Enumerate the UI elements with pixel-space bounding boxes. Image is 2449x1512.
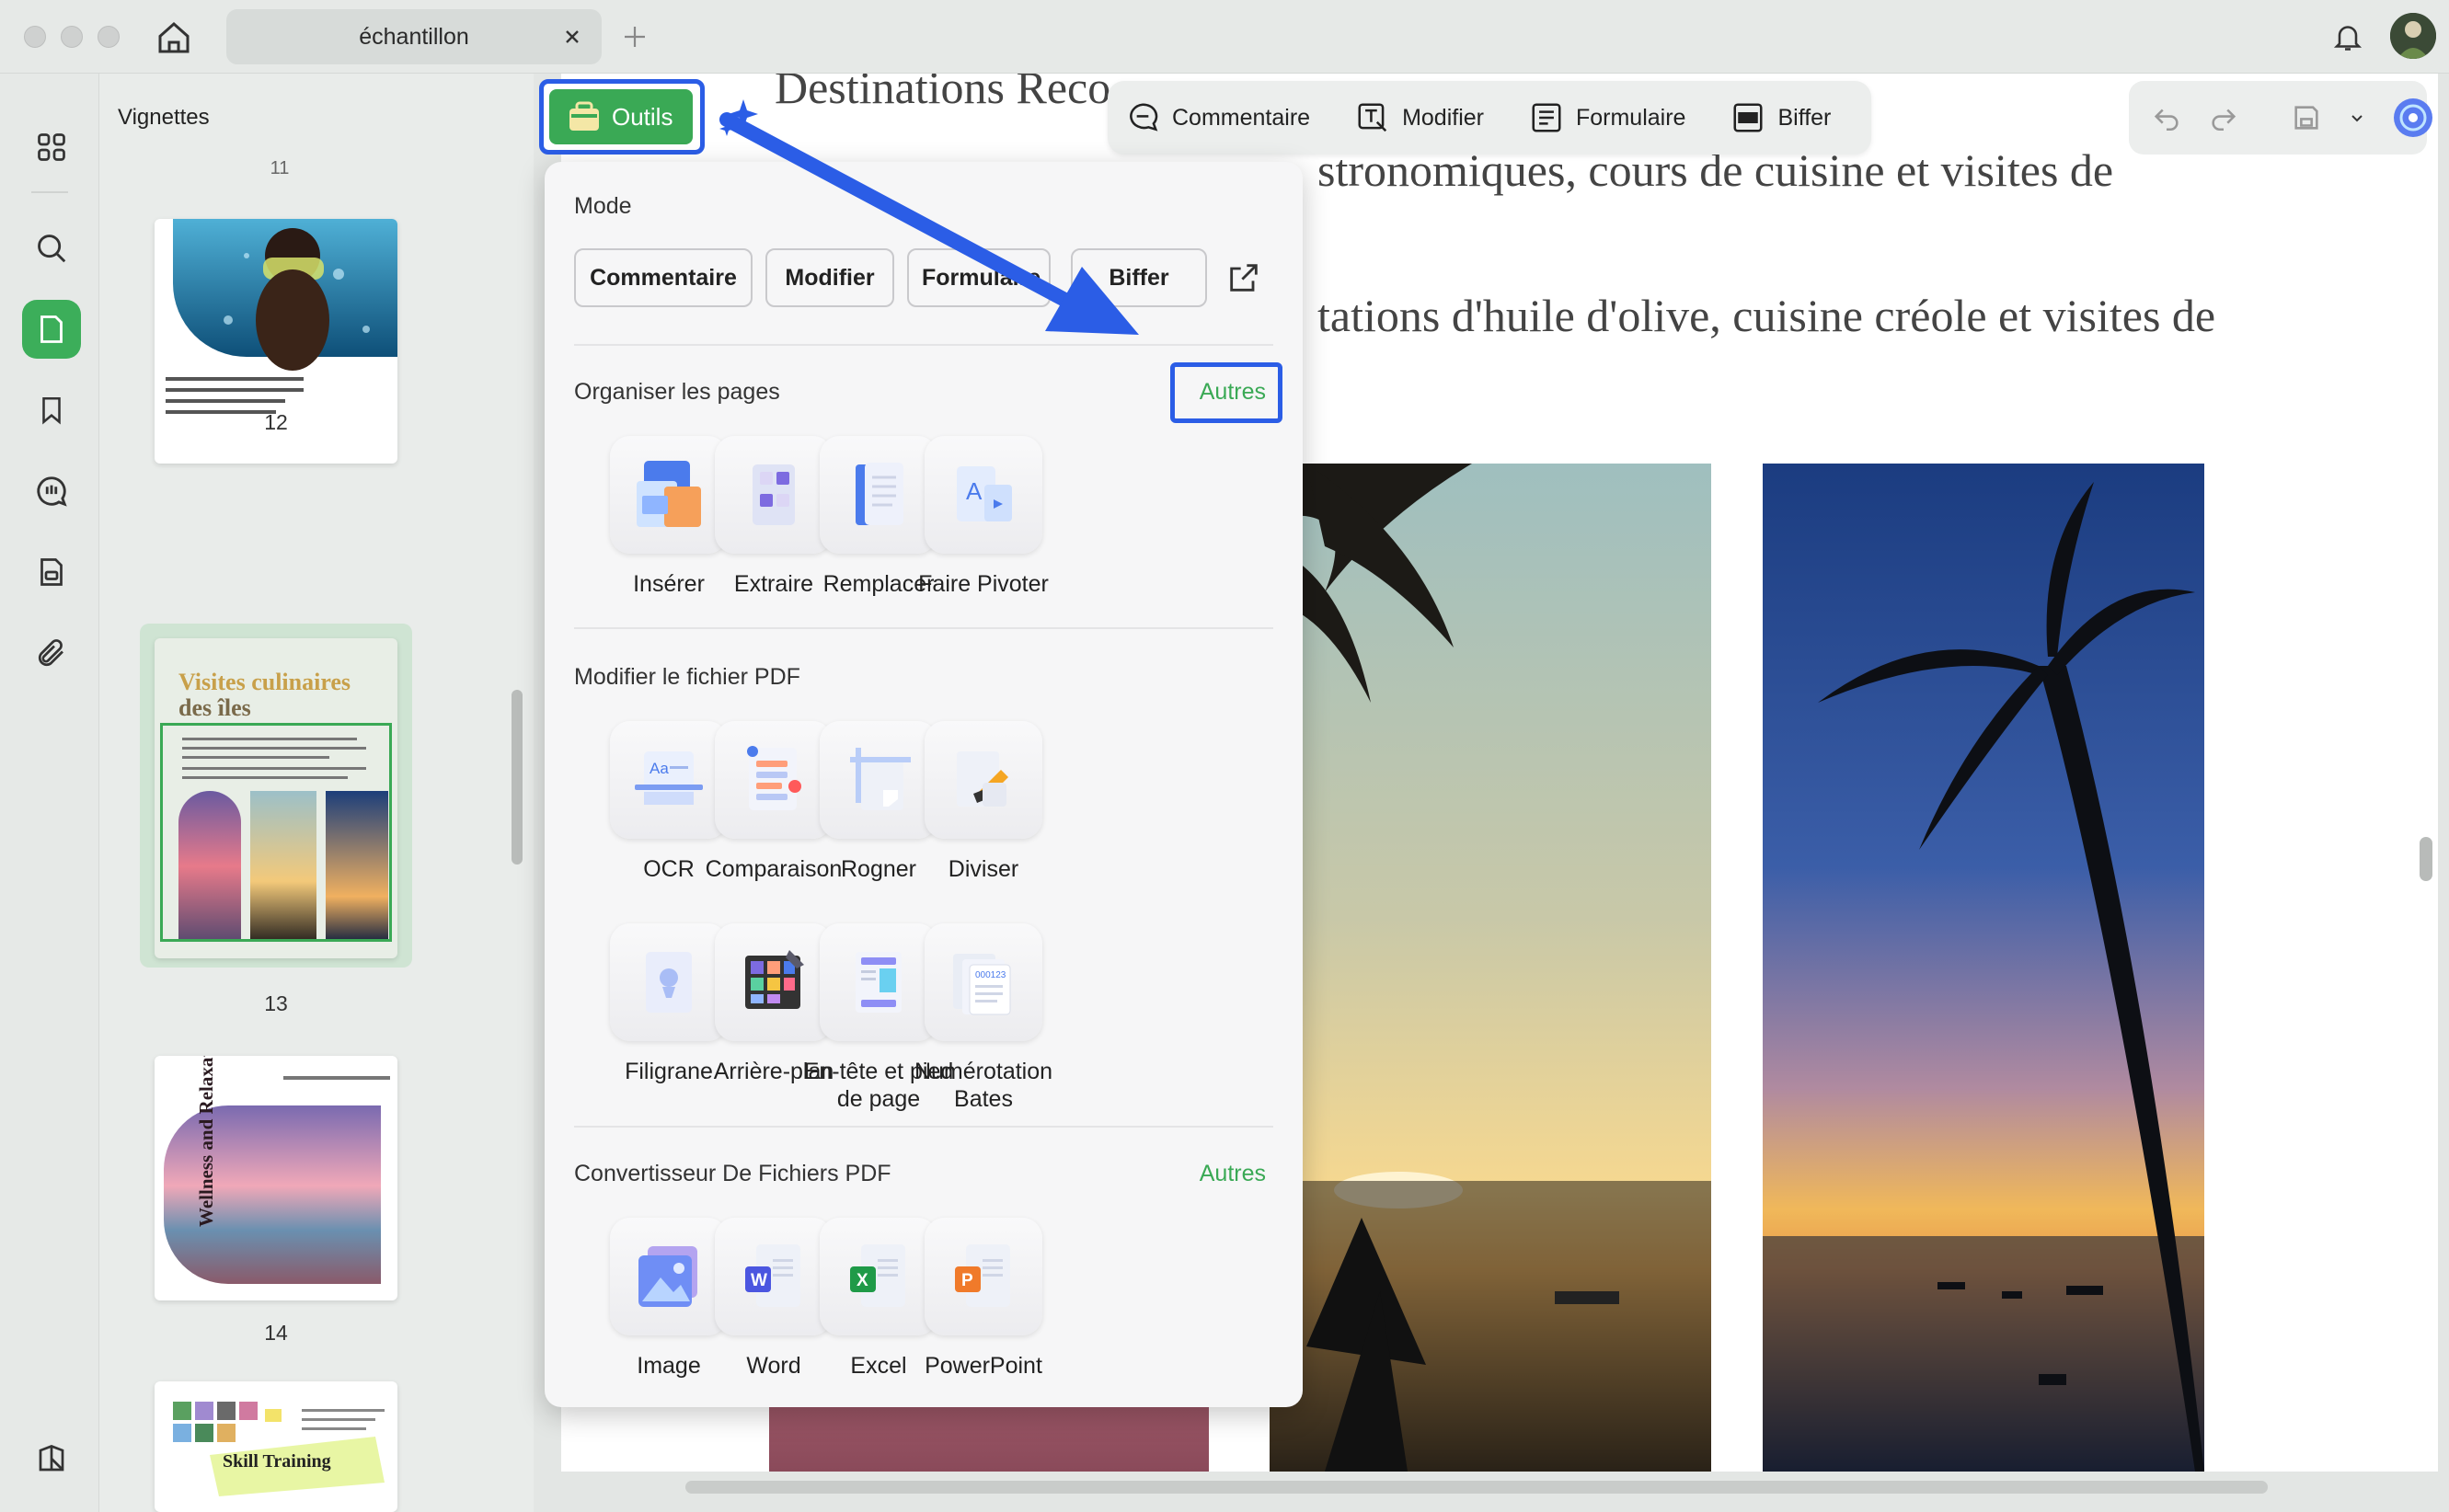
section-divider bbox=[574, 627, 1273, 629]
doc-text-line-3: tations d'huile d'olive, cuisine créole … bbox=[1317, 290, 2216, 341]
document-tab-title: échantillon bbox=[359, 23, 469, 50]
vertical-scrollbar[interactable] bbox=[2420, 837, 2432, 881]
comment-icon bbox=[1124, 99, 1161, 136]
section-divider bbox=[574, 1126, 1273, 1128]
form-icon bbox=[1528, 99, 1565, 136]
thumb15-title: Skill Training bbox=[223, 1451, 331, 1472]
thumbnail-page-13[interactable]: Visites culinaires des îles bbox=[155, 638, 397, 958]
bookmark-icon[interactable] bbox=[22, 381, 81, 440]
doc-heading-line: Destinations Reco bbox=[775, 74, 1111, 113]
toolbar-commentaire[interactable]: Commentaire bbox=[1124, 99, 1310, 136]
horizontal-scrollbar[interactable] bbox=[685, 1481, 2268, 1494]
mode-commentaire-button[interactable]: Commentaire bbox=[574, 248, 753, 307]
tool-diviser-label: Diviser bbox=[948, 856, 1019, 882]
mode-section-title: Mode bbox=[574, 193, 632, 219]
powerpoint-file-icon: P bbox=[925, 1218, 1042, 1335]
ai-assistant-icon[interactable] bbox=[2392, 97, 2434, 139]
tool-numerotation-bates-label: Numérotation Bates bbox=[914, 1059, 1053, 1112]
outils-label: Outils bbox=[612, 102, 673, 131]
page-number-13: 13 bbox=[264, 991, 288, 1015]
toolbar-biffer[interactable]: Biffer bbox=[1730, 99, 1831, 136]
doc-photo-palm-umbrella bbox=[1270, 464, 1711, 1472]
document-tab[interactable]: échantillon bbox=[226, 9, 602, 64]
tool-diviser[interactable]: Diviser bbox=[896, 721, 1071, 883]
home-icon[interactable] bbox=[153, 17, 195, 59]
outils-highlight-box: Outils bbox=[539, 79, 705, 155]
autres-highlight-box bbox=[1170, 362, 1282, 423]
svg-text:X: X bbox=[857, 1271, 868, 1290]
thumbnail-page-14[interactable]: Wellness and Relaxation bbox=[155, 1056, 397, 1300]
user-avatar[interactable] bbox=[2390, 13, 2436, 59]
ai-sparkle-icon[interactable] bbox=[718, 96, 760, 138]
split-icon bbox=[925, 721, 1042, 839]
attachment-icon[interactable] bbox=[22, 624, 81, 682]
toolbar-formulaire-label: Formulaire bbox=[1575, 104, 1686, 131]
notification-bell-icon[interactable] bbox=[2328, 17, 2368, 57]
svg-text:P: P bbox=[961, 1271, 973, 1290]
thumbnail-page-15[interactable]: Skill Training bbox=[155, 1381, 397, 1512]
rotate-pages-icon: A bbox=[925, 436, 1042, 554]
page-number-14: 14 bbox=[264, 1321, 288, 1345]
window-minimize-dot[interactable] bbox=[61, 26, 83, 48]
section-divider bbox=[574, 344, 1273, 346]
convert-section-title: Convertisseur De Fichiers PDF bbox=[574, 1161, 891, 1186]
mode-formulaire-button[interactable]: Formulaire bbox=[907, 248, 1051, 307]
title-bar: échantillon bbox=[0, 0, 2449, 74]
window-close-dot[interactable] bbox=[24, 26, 46, 48]
tool-convert-powerpoint[interactable]: P PowerPoint bbox=[896, 1218, 1071, 1380]
search-icon[interactable] bbox=[22, 219, 81, 278]
modify-section-title: Modifier le fichier PDF bbox=[574, 664, 800, 690]
rail-divider bbox=[31, 191, 68, 193]
thumbnails-page-icon[interactable] bbox=[22, 300, 81, 359]
chevron-down-icon[interactable] bbox=[2348, 109, 2366, 127]
history-toolbar bbox=[2129, 81, 2432, 155]
toolbar-modifier[interactable]: Modifier bbox=[1354, 99, 1484, 136]
thumb13-viewport-frame bbox=[160, 723, 392, 942]
convert-more-link[interactable]: Autres bbox=[1200, 1161, 1266, 1187]
edit-text-icon bbox=[1354, 99, 1391, 136]
tool-numerotation-bates[interactable]: 000123 Numérotation Bates bbox=[896, 923, 1071, 1113]
thumbnails-title: Vignettes bbox=[118, 105, 210, 130]
close-tab-icon[interactable] bbox=[559, 24, 585, 50]
thumbnails-scroll-thumb[interactable] bbox=[512, 690, 523, 865]
thumbnails-panel: Vignettes 11 12 Visites culinaires des î… bbox=[99, 74, 532, 1512]
bates-numbering-icon: 000123 bbox=[925, 923, 1042, 1041]
toolbar-modifier-label: Modifier bbox=[1402, 104, 1484, 131]
tool-convert-powerpoint-label: PowerPoint bbox=[925, 1353, 1042, 1379]
toolbar-formulaire[interactable]: Formulaire bbox=[1528, 99, 1685, 136]
thumb14-title: Wellness and Relaxation bbox=[195, 1056, 217, 1227]
grid-view-icon[interactable] bbox=[22, 118, 81, 177]
mode-modifier-button[interactable]: Modifier bbox=[765, 248, 894, 307]
undo-icon[interactable] bbox=[2151, 102, 2182, 133]
window-zoom-dot[interactable] bbox=[98, 26, 120, 48]
tool-faire-pivoter-label: Faire Pivoter bbox=[918, 571, 1049, 597]
svg-text:Aa: Aa bbox=[650, 760, 669, 777]
redact-icon bbox=[1730, 99, 1766, 136]
layers-icon[interactable] bbox=[22, 1429, 81, 1488]
page-number-12: 12 bbox=[264, 410, 288, 434]
toolbar-biffer-label: Biffer bbox=[1777, 104, 1832, 131]
form-fields-icon[interactable] bbox=[22, 543, 81, 601]
mode-biffer-button[interactable]: Biffer bbox=[1071, 248, 1207, 307]
organize-section-title: Organiser les pages bbox=[574, 379, 780, 405]
tools-popup: Mode Commentaire Modifier Formulaire Bif… bbox=[545, 162, 1303, 1407]
left-rail bbox=[0, 74, 99, 1512]
svg-text:A: A bbox=[966, 477, 983, 505]
new-tab-plus-icon[interactable] bbox=[618, 20, 651, 53]
toolbox-icon bbox=[569, 101, 599, 131]
page-number-11: 11 bbox=[270, 158, 290, 178]
mode-toolbar: Commentaire Modifier Formulaire Biffer bbox=[1108, 81, 1871, 155]
toolbar-commentaire-label: Commentaire bbox=[1172, 104, 1311, 131]
comments-icon[interactable] bbox=[22, 462, 81, 521]
svg-text:000123: 000123 bbox=[975, 970, 1006, 980]
thumbnails-scrollbar[interactable] bbox=[508, 74, 528, 1512]
doc-photo-palm-tree bbox=[1763, 464, 2204, 1472]
tool-faire-pivoter[interactable]: A Faire Pivoter bbox=[896, 436, 1071, 598]
redo-icon[interactable] bbox=[2208, 102, 2239, 133]
svg-text:W: W bbox=[751, 1271, 767, 1290]
outils-button[interactable]: Outils bbox=[549, 89, 693, 144]
open-external-icon[interactable] bbox=[1225, 259, 1262, 296]
save-icon[interactable] bbox=[2291, 102, 2322, 133]
